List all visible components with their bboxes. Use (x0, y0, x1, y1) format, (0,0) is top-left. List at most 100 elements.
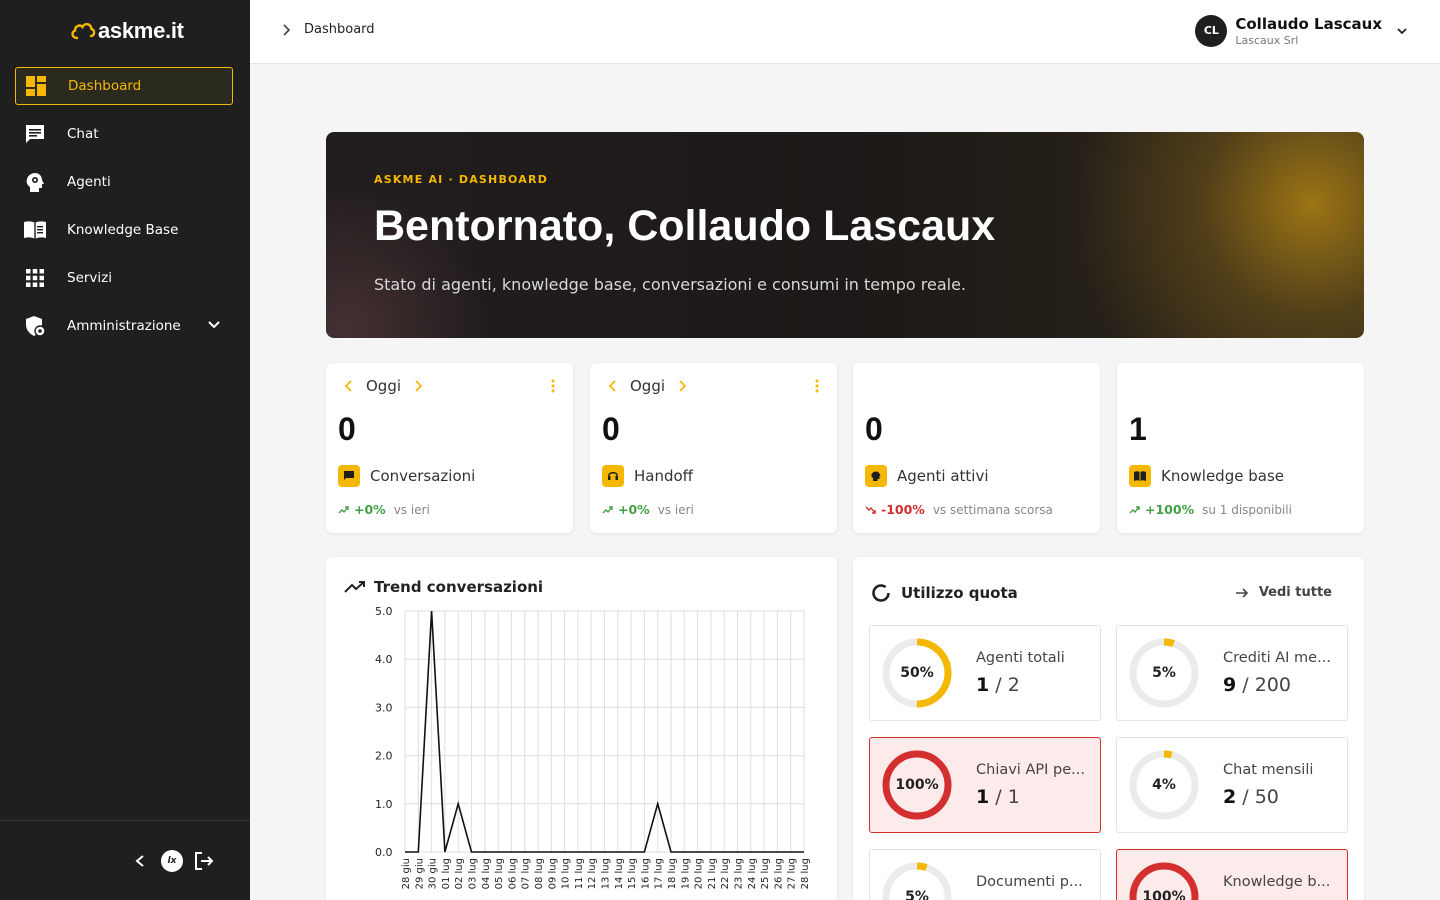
x-tick-label: 28 giu (401, 858, 412, 889)
trend-compare: su 1 disponibili (1202, 502, 1292, 517)
chevron-right-icon[interactable] (413, 380, 423, 392)
x-tick-label: 01 lug (441, 858, 452, 889)
chevron-left-icon[interactable] (128, 849, 152, 873)
book-icon (1129, 465, 1151, 487)
x-tick-label: 02 lug (454, 858, 465, 889)
shield-gear-icon (23, 314, 47, 338)
top-header: Dashboard CL Collaudo Lascaux Lascaux Sr… (250, 0, 1440, 64)
chevron-right-icon[interactable] (677, 380, 687, 392)
quota-percent: 5% (1152, 665, 1176, 681)
cloud-logo-icon (71, 23, 96, 40)
quota-item[interactable]: 5% Documenti p... (869, 849, 1101, 900)
more-vert-icon[interactable] (815, 379, 819, 393)
book-icon (23, 218, 47, 242)
period-label: Oggi (366, 377, 402, 395)
quota-item[interactable]: 100% Knowledge b... (1116, 849, 1348, 900)
user-org: Lascaux Srl (1235, 34, 1299, 47)
x-tick-label: 13 lug (601, 858, 612, 889)
chevron-down-icon[interactable] (1396, 25, 1408, 37)
breadcrumb-current[interactable]: Dashboard (304, 22, 375, 37)
x-tick-label: 17 lug (654, 858, 665, 889)
x-tick-label: 04 lug (481, 858, 492, 889)
lx-badge-icon[interactable]: lx (160, 849, 184, 873)
sidebar-item-chat[interactable]: Chat (15, 115, 233, 153)
quota-percent: 100% (895, 777, 939, 793)
stat-card-conversazioni: Oggi 0 Conversazioni +0% vs ieri (326, 363, 573, 533)
x-tick-label: 14 lug (614, 858, 625, 889)
quota-percent: 100% (1142, 889, 1186, 900)
stat-card-handoff: Oggi 0 Handoff +0% vs ieri (590, 363, 837, 533)
sidebar-footer: lx (0, 820, 250, 900)
x-tick-label: 23 lug (734, 858, 745, 889)
x-tick-label: 16 lug (640, 858, 651, 889)
sidebar-item-label: Amministrazione (67, 318, 181, 334)
trend-card-header: Trend conversazioni (344, 578, 543, 596)
sidebar-item-amministrazione[interactable]: Amministrazione (15, 307, 233, 345)
chevron-left-icon[interactable] (608, 380, 618, 392)
stat-value: 0 (602, 411, 620, 447)
chat-icon (23, 122, 47, 146)
headset-icon (602, 465, 624, 487)
y-tick-label: 1.0 (375, 798, 393, 811)
stat-value: 1 (1129, 411, 1147, 447)
quota-name: Documenti p... (976, 874, 1083, 890)
hero-subtitle: Stato di agenti, knowledge base, convers… (374, 275, 966, 294)
x-tick-label: 15 lug (627, 858, 638, 889)
sidebar-item-servizi[interactable]: Servizi (15, 259, 233, 297)
trend-compare: vs ieri (393, 502, 430, 517)
stat-label: Handoff (634, 467, 694, 485)
x-tick-label: 24 lug (747, 858, 758, 889)
grid-icon (23, 266, 47, 290)
view-all-link[interactable]: Vedi tutte (1235, 585, 1332, 600)
chevron-down-icon[interactable] (207, 318, 221, 332)
stat-card-agenti-attivi: 0 Agenti attivi -100% vs settimana scors… (853, 363, 1100, 533)
quota-total: / 50 (1236, 786, 1279, 808)
quota-total: / 2 (989, 674, 1020, 696)
x-tick-label: 18 lug (667, 858, 678, 889)
y-tick-label: 0.0 (375, 846, 393, 859)
trend-value: +0% (354, 502, 386, 517)
sidebar-item-agenti[interactable]: Agenti (15, 163, 233, 201)
quota-item[interactable]: 100% Chiavi API pe... 1 / 1 (869, 737, 1101, 833)
sidebar-item-label: Dashboard (68, 78, 142, 94)
more-vert-icon[interactable] (551, 379, 555, 393)
x-tick-label: 26 lug (773, 858, 784, 889)
quota-name: Crediti AI me... (1223, 650, 1331, 666)
quota-item[interactable]: 50% Agenti totali 1 / 2 (869, 625, 1101, 721)
trend-up-icon (338, 505, 349, 513)
trend-value: -100% (881, 502, 925, 517)
sidebar-item-label: Chat (67, 126, 99, 142)
trend-up-icon (1129, 505, 1140, 513)
trending-up-icon (344, 581, 365, 593)
period-selector: Oggi (608, 377, 687, 395)
sidebar-item-dashboard[interactable]: Dashboard (15, 67, 233, 105)
sidebar-item-knowledge-base[interactable]: Knowledge Base (15, 211, 233, 249)
view-all-label: Vedi tutte (1258, 585, 1332, 600)
y-tick-label: 2.0 (375, 750, 393, 763)
quota-used: 1 (976, 786, 990, 808)
quota-used: 9 (1223, 674, 1237, 696)
quota-percent: 4% (1152, 777, 1176, 793)
quota-item[interactable]: 4% Chat mensili 2 / 50 (1116, 737, 1348, 833)
arrow-right-icon (1235, 587, 1248, 598)
trend-card: Trend conversazioni 0.0 1.0 2.0 3.0 4.0 5.0 28… (326, 557, 837, 900)
hero-banner: ASKME AI · DASHBOARD Bentornato, Collaud… (326, 132, 1364, 338)
x-tick-label: 21 lug (707, 858, 718, 889)
period-selector: Oggi (344, 377, 423, 395)
sidebar-item-label: Knowledge Base (67, 222, 179, 238)
user-menu[interactable]: CL Collaudo Lascaux Lascaux Srl (1195, 14, 1408, 47)
stat-label: Knowledge base (1161, 467, 1284, 485)
logout-icon[interactable] (192, 849, 216, 873)
stat-value: 0 (865, 411, 883, 447)
x-tick-label: 10 lug (561, 858, 572, 889)
quota-card: Utilizzo quota Vedi tutte 50% Agenti tota… (853, 557, 1364, 900)
quota-item[interactable]: 5% Crediti AI me... 9 / 200 (1116, 625, 1348, 721)
quota-name: Chat mensili (1223, 762, 1314, 778)
x-tick-label: 22 lug (720, 858, 731, 889)
quota-value: 1 / 1 (976, 786, 1020, 808)
quota-total: / 1 (989, 786, 1020, 808)
user-name: Collaudo Lascaux (1235, 15, 1382, 33)
app-logo[interactable]: askme.it (70, 18, 184, 44)
chevron-left-icon[interactable] (344, 380, 354, 392)
logo-text: askme.it (98, 18, 184, 43)
